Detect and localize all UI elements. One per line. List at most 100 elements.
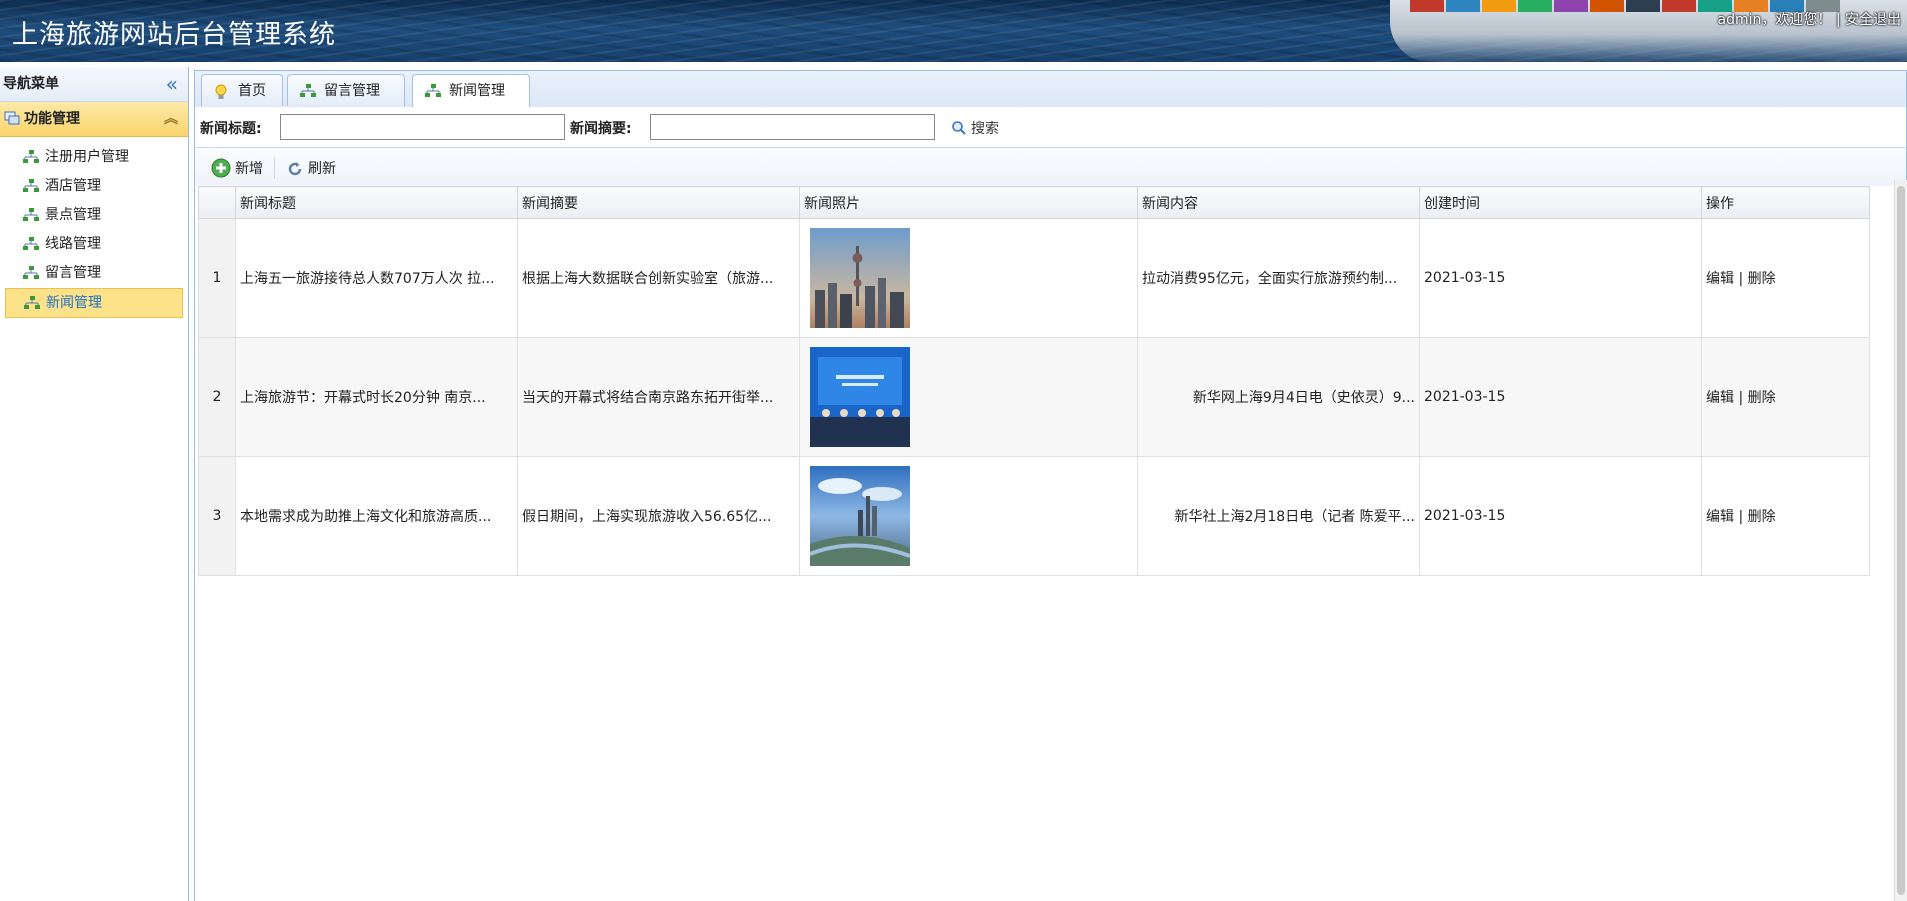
column-header-content[interactable]: 新闻内容 — [1137, 186, 1420, 219]
news-photo-aerial-city[interactable] — [810, 466, 910, 566]
row-number: 1 — [198, 218, 236, 338]
cell-title: 上海五一旅游接待总人数707万人次 拉... — [235, 218, 518, 338]
add-button[interactable]: 新增 — [211, 158, 263, 178]
plus-icon — [211, 158, 231, 178]
double-chevron-left-icon[interactable]: « — [166, 67, 178, 101]
nav-header: 导航菜单 « — [0, 67, 188, 102]
double-chevron-up-icon[interactable]: ︽ — [164, 102, 178, 136]
row-number: 2 — [198, 337, 236, 457]
nav-group-header[interactable]: 功能管理 ︽ — [0, 102, 188, 137]
refresh-button-label: 刷新 — [308, 161, 336, 177]
sidebar-item-routes[interactable]: 线路管理 — [5, 230, 183, 258]
tab-label: 留言管理 — [324, 83, 380, 99]
tab-label: 首页 — [238, 83, 266, 99]
news-photo-press-conference[interactable] — [810, 347, 910, 447]
scrollbar-thumb[interactable] — [1897, 186, 1905, 895]
cell-photo — [799, 218, 1138, 338]
tree-icon — [23, 208, 39, 221]
sidebar-item-label: 线路管理 — [45, 236, 101, 252]
header-banner: 上海旅游网站后台管理系统 admin，欢迎您！ | 安全退出 — [0, 0, 1907, 62]
logout-link[interactable]: 安全退出 — [1845, 12, 1901, 28]
cell-summary: 当天的开幕式将结合南京路东拓开街举... — [517, 337, 800, 457]
refresh-button[interactable]: 刷新 — [286, 158, 336, 178]
cell-actions: 编辑 | 删除 — [1701, 218, 1870, 338]
search-icon — [952, 121, 966, 135]
delete-link[interactable]: 删除 — [1748, 271, 1776, 287]
column-header-row-number — [198, 186, 236, 219]
edit-link[interactable]: 编辑 — [1706, 509, 1734, 525]
tree-icon — [24, 296, 40, 309]
main-panel: 首页 留言管理 × 新闻管理 × 新闻标题: 新闻摘要: 搜索 新增 刷新 — [194, 70, 1907, 901]
tab-news[interactable]: 新闻管理 × — [412, 74, 530, 131]
search-bar: 新闻标题: 新闻摘要: 搜索 — [194, 107, 1907, 148]
sidebar-item-news[interactable]: 新闻管理 — [5, 288, 183, 318]
delete-link[interactable]: 删除 — [1748, 390, 1776, 406]
table-row[interactable]: 3 本地需求成为助推上海文化和旅游高质... 假日期间，上海实现旅游收入56.6… — [198, 456, 1870, 576]
sidebar-item-scenic[interactable]: 景点管理 — [5, 201, 183, 229]
tree-icon — [23, 266, 39, 279]
windows-icon — [4, 111, 20, 125]
cell-photo — [799, 337, 1138, 457]
action-separator: | — [1738, 390, 1744, 406]
add-button-label: 新增 — [235, 161, 263, 177]
tab-messages[interactable]: 留言管理 × — [287, 74, 405, 131]
search-button-label: 搜索 — [971, 121, 999, 137]
cell-actions: 编辑 | 删除 — [1701, 337, 1870, 457]
tree-icon — [425, 84, 441, 97]
app-title: 上海旅游网站后台管理系统 — [12, 20, 337, 50]
column-header-actions[interactable]: 操作 — [1701, 186, 1870, 219]
cell-summary: 根据上海大数据联合创新实验室（旅游... — [517, 218, 800, 338]
vertical-scrollbar[interactable] — [1894, 180, 1907, 901]
column-header-photo[interactable]: 新闻照片 — [799, 186, 1138, 219]
delete-link[interactable]: 删除 — [1748, 509, 1776, 525]
column-header-title[interactable]: 新闻标题 — [235, 186, 518, 219]
sidebar-item-hotel[interactable]: 酒店管理 — [5, 172, 183, 200]
search-button[interactable]: 搜索 — [951, 118, 999, 138]
news-grid: 新闻标题 新闻摘要 新闻照片 新闻内容 创建时间 操作 1 上海五一旅游接待总人… — [194, 186, 1907, 901]
cell-created: 2021-03-15 — [1419, 456, 1702, 576]
refresh-icon — [288, 162, 302, 176]
sidebar-item-label: 留言管理 — [45, 265, 101, 281]
tree-icon — [23, 179, 39, 192]
toolbar-separator — [274, 157, 275, 179]
user-bar: admin，欢迎您！ | 安全退出 — [1718, 9, 1902, 29]
edit-link[interactable]: 编辑 — [1706, 390, 1734, 406]
sidebar-item-label: 新闻管理 — [46, 295, 102, 311]
sidebar-item-label: 酒店管理 — [45, 178, 101, 194]
cell-created: 2021-03-15 — [1419, 218, 1702, 338]
news-title-input[interactable] — [280, 114, 565, 140]
news-title-label: 新闻标题: — [200, 121, 262, 137]
table-row[interactable]: 1 上海五一旅游接待总人数707万人次 拉... 根据上海大数据联合创新实验室（… — [198, 218, 1870, 338]
tree-icon — [23, 237, 39, 250]
news-summary-label: 新闻摘要: — [570, 121, 632, 137]
nav-header-label: 导航菜单 — [3, 76, 59, 92]
nav-group-label: 功能管理 — [24, 111, 80, 127]
news-summary-input[interactable] — [650, 114, 935, 140]
toolbar: 新增 刷新 — [194, 148, 1907, 189]
column-header-summary[interactable]: 新闻摘要 — [517, 186, 800, 219]
edit-link[interactable]: 编辑 — [1706, 271, 1734, 287]
cell-title: 本地需求成为助推上海文化和旅游高质... — [235, 456, 518, 576]
table-row[interactable]: 2 上海旅游节：开幕式时长20分钟 南京... 当天的开幕式将结合南京路东拓开街… — [198, 337, 1870, 457]
nav-panel: 导航菜单 « 功能管理 ︽ 注册用户管理 酒店管理 景点管理 线路管理 留言管理 — [0, 67, 189, 901]
nav-list: 注册用户管理 酒店管理 景点管理 线路管理 留言管理 新闻管理 — [0, 143, 188, 318]
sidebar-item-messages[interactable]: 留言管理 — [5, 259, 183, 287]
tree-icon — [23, 150, 39, 163]
tab-strip: 首页 留言管理 × 新闻管理 × — [194, 70, 1907, 131]
column-header-created[interactable]: 创建时间 — [1419, 186, 1702, 219]
cell-actions: 编辑 | 删除 — [1701, 456, 1870, 576]
cell-content: 新华社上海2月18日电（记者 陈爱平... — [1137, 456, 1420, 576]
tab-label: 新闻管理 — [449, 83, 505, 99]
cell-content: 拉动消费95亿元，全面实行旅游预约制... — [1137, 218, 1420, 338]
tree-icon — [300, 84, 316, 97]
cell-content: 新华网上海9月4日电（史依灵）9... — [1137, 337, 1420, 457]
news-photo-skyline[interactable] — [810, 228, 910, 328]
cell-summary: 假日期间，上海实现旅游收入56.65亿... — [517, 456, 800, 576]
action-separator: | — [1738, 509, 1744, 525]
news-table: 新闻标题 新闻摘要 新闻照片 新闻内容 创建时间 操作 1 上海五一旅游接待总人… — [198, 186, 1870, 576]
tab-home[interactable]: 首页 — [201, 74, 283, 106]
sidebar-item-register-users[interactable]: 注册用户管理 — [5, 143, 183, 171]
cell-photo — [799, 456, 1138, 576]
sidebar-item-label: 注册用户管理 — [45, 149, 129, 165]
user-greeting: admin，欢迎您！ — [1717, 12, 1832, 28]
